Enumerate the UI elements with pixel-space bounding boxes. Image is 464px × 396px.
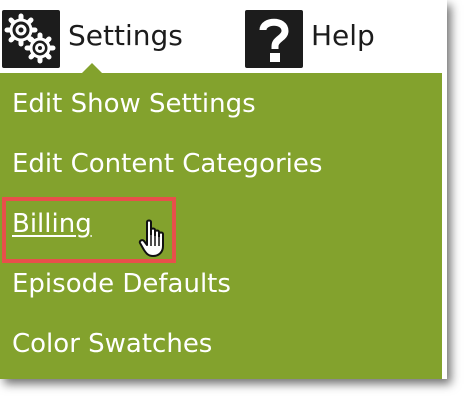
gears-icon [2,10,60,68]
screenshot-frame: Settings Help Edit Show Settings Edit Co… [0,0,447,379]
settings-label: Settings [68,19,183,52]
settings-dropdown: Edit Show Settings Edit Content Categori… [0,73,442,379]
help-label: Help [311,19,375,52]
question-mark-icon [245,10,303,68]
menu-item-edit-show-settings[interactable]: Edit Show Settings [12,89,256,119]
menu-item-color-swatches[interactable]: Color Swatches [12,329,212,359]
hand-pointer-icon [138,219,172,259]
top-nav-bar: Settings Help [0,0,447,73]
menu-item-edit-content-categories[interactable]: Edit Content Categories [12,149,322,179]
menu-item-episode-defaults[interactable]: Episode Defaults [12,269,231,299]
help-menu[interactable]: Help [244,0,394,73]
